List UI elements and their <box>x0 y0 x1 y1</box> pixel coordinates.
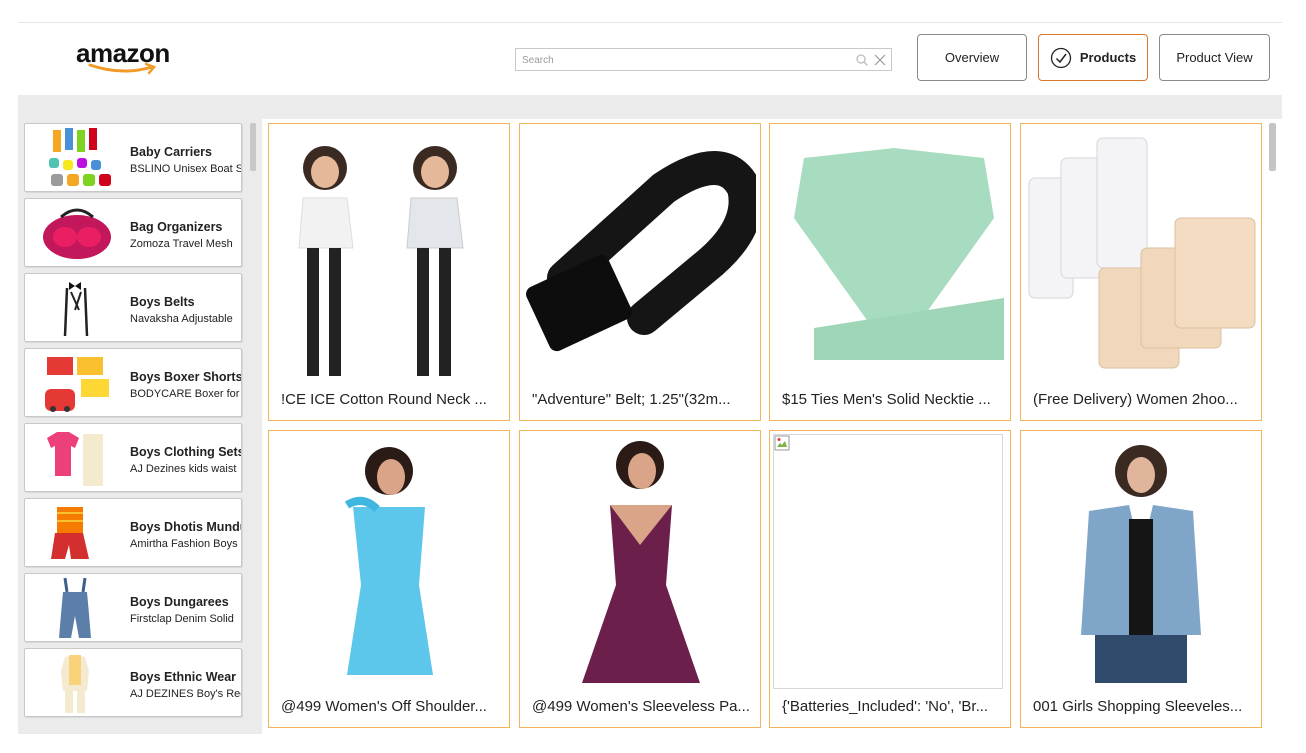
category-title: Baby Carriers <box>130 145 212 159</box>
overview-label: Overview <box>944 50 1000 65</box>
ethnic-wear-thumbnail <box>61 655 89 713</box>
product-caption: @499 Women's Sleeveless Pa... <box>532 698 750 715</box>
product-card[interactable]: "Adventure" Belt; 1.25"(32m... <box>519 123 761 421</box>
category-title: Boys Belts <box>130 295 195 309</box>
category-subtitle: Amirtha Fashion Boys <box>130 538 238 550</box>
blue-dress-image <box>344 447 433 675</box>
broken-image-icon <box>774 435 790 451</box>
search-icon[interactable] <box>855 53 869 67</box>
bag-thumbnail <box>43 208 111 259</box>
product-card[interactable]: 001 Girls Shopping Sleeveles... <box>1020 430 1262 728</box>
necktie-image <box>794 148 1004 360</box>
category-title: Boys Boxer Shorts <box>130 370 242 384</box>
category-title: Boys Ethnic Wear <box>130 670 237 684</box>
category-title: Boys Clothing Sets <box>130 445 242 459</box>
dhoti-thumbnail <box>51 507 89 559</box>
category-item[interactable]: Boys Clothing Sets AJ Dezines kids waist <box>24 423 242 492</box>
top-divider <box>18 22 1282 23</box>
belt-image <box>526 151 756 352</box>
category-subtitle: BODYCARE Boxer for <box>130 388 240 400</box>
category-item[interactable]: Baby Carriers BSLINO Unisex Boat Sox <box>24 123 242 192</box>
product-caption: $15 Ties Men's Solid Necktie ... <box>782 391 991 408</box>
header-band <box>18 95 1282 119</box>
product-view-label: Product View <box>1176 50 1253 65</box>
check-circle-icon <box>1050 47 1071 68</box>
category-subtitle: AJ DEZINES Boy's Reg <box>130 688 242 700</box>
product-card[interactable]: (Free Delivery) Women 2hoo... <box>1020 123 1262 421</box>
close-icon[interactable] <box>873 53 887 67</box>
category-sidebar: Baby Carriers BSLINO Unisex Boat Sox Bag… <box>18 119 262 734</box>
category-title: Bag Organizers <box>130 220 223 234</box>
category-subtitle: BSLINO Unisex Boat Sox <box>130 163 241 175</box>
product-card[interactable]: @499 Women's Off Shoulder... <box>268 430 510 728</box>
category-subtitle: AJ Dezines kids waist <box>130 463 237 475</box>
category-item[interactable]: Boys Boxer Shorts BODYCARE Boxer for <box>24 348 242 417</box>
sidebar-scrollbar[interactable] <box>250 123 256 171</box>
product-caption: (Free Delivery) Women 2hoo... <box>1033 391 1238 408</box>
product-card[interactable]: @499 Women's Sleeveless Pa... <box>519 430 761 728</box>
search-box <box>515 48 892 71</box>
products-button[interactable]: Products <box>1038 34 1148 81</box>
logo-smile-icon <box>88 62 157 75</box>
clothing-set-thumbnail <box>47 432 103 486</box>
product-caption: "Adventure" Belt; 1.25"(32m... <box>532 391 731 408</box>
category-subtitle: Firstclap Denim Solid <box>130 613 234 625</box>
kids-tshirt-image <box>298 146 464 376</box>
product-card[interactable]: $15 Ties Men's Solid Necktie ... <box>769 123 1011 421</box>
suspenders-thumbnail <box>63 282 89 337</box>
category-title: Boys Dungarees <box>130 595 229 609</box>
search-input[interactable] <box>520 50 844 71</box>
boxer-shorts-thumbnail <box>45 357 109 412</box>
product-view-button[interactable]: Product View <box>1159 34 1270 81</box>
broken-image <box>773 434 1003 689</box>
products-scrollbar[interactable] <box>1269 123 1276 171</box>
category-item[interactable]: Bag Organizers Zomoza Travel Mesh <box>24 198 242 267</box>
socks-thumbnail <box>49 128 111 186</box>
bra-extender-image <box>1028 137 1256 369</box>
category-item[interactable]: Boys Ethnic Wear AJ DEZINES Boy's Reg <box>24 648 242 717</box>
product-caption: 001 Girls Shopping Sleeveles... <box>1033 698 1243 715</box>
dungarees-thumbnail <box>59 577 91 638</box>
product-card[interactable]: {'Batteries_Included': 'No', 'Br... <box>769 430 1011 728</box>
product-caption: @499 Women's Off Shoulder... <box>281 698 487 715</box>
category-item[interactable]: Boys Dhotis Mundu Amirtha Fashion Boys <box>24 498 242 567</box>
amazon-logo[interactable]: amazon <box>76 38 186 78</box>
category-title: Boys Dhotis Mundu <box>130 520 242 534</box>
category-item[interactable]: Boys Dungarees Firstclap Denim Solid <box>24 573 242 642</box>
product-caption: {'Batteries_Included': 'No', 'Br... <box>782 698 989 715</box>
products-label: Products <box>1079 50 1137 65</box>
category-subtitle: Navaksha Adjustable <box>130 313 233 325</box>
category-item[interactable]: Boys Belts Navaksha Adjustable <box>24 273 242 342</box>
product-caption: !CE ICE Cotton Round Neck ... <box>281 391 487 408</box>
category-subtitle: Zomoza Travel Mesh <box>130 238 233 250</box>
overview-button[interactable]: Overview <box>917 34 1027 81</box>
denim-vest-image <box>1081 445 1201 683</box>
purple-dress-image <box>582 441 700 683</box>
product-card[interactable]: !CE ICE Cotton Round Neck ... <box>268 123 510 421</box>
